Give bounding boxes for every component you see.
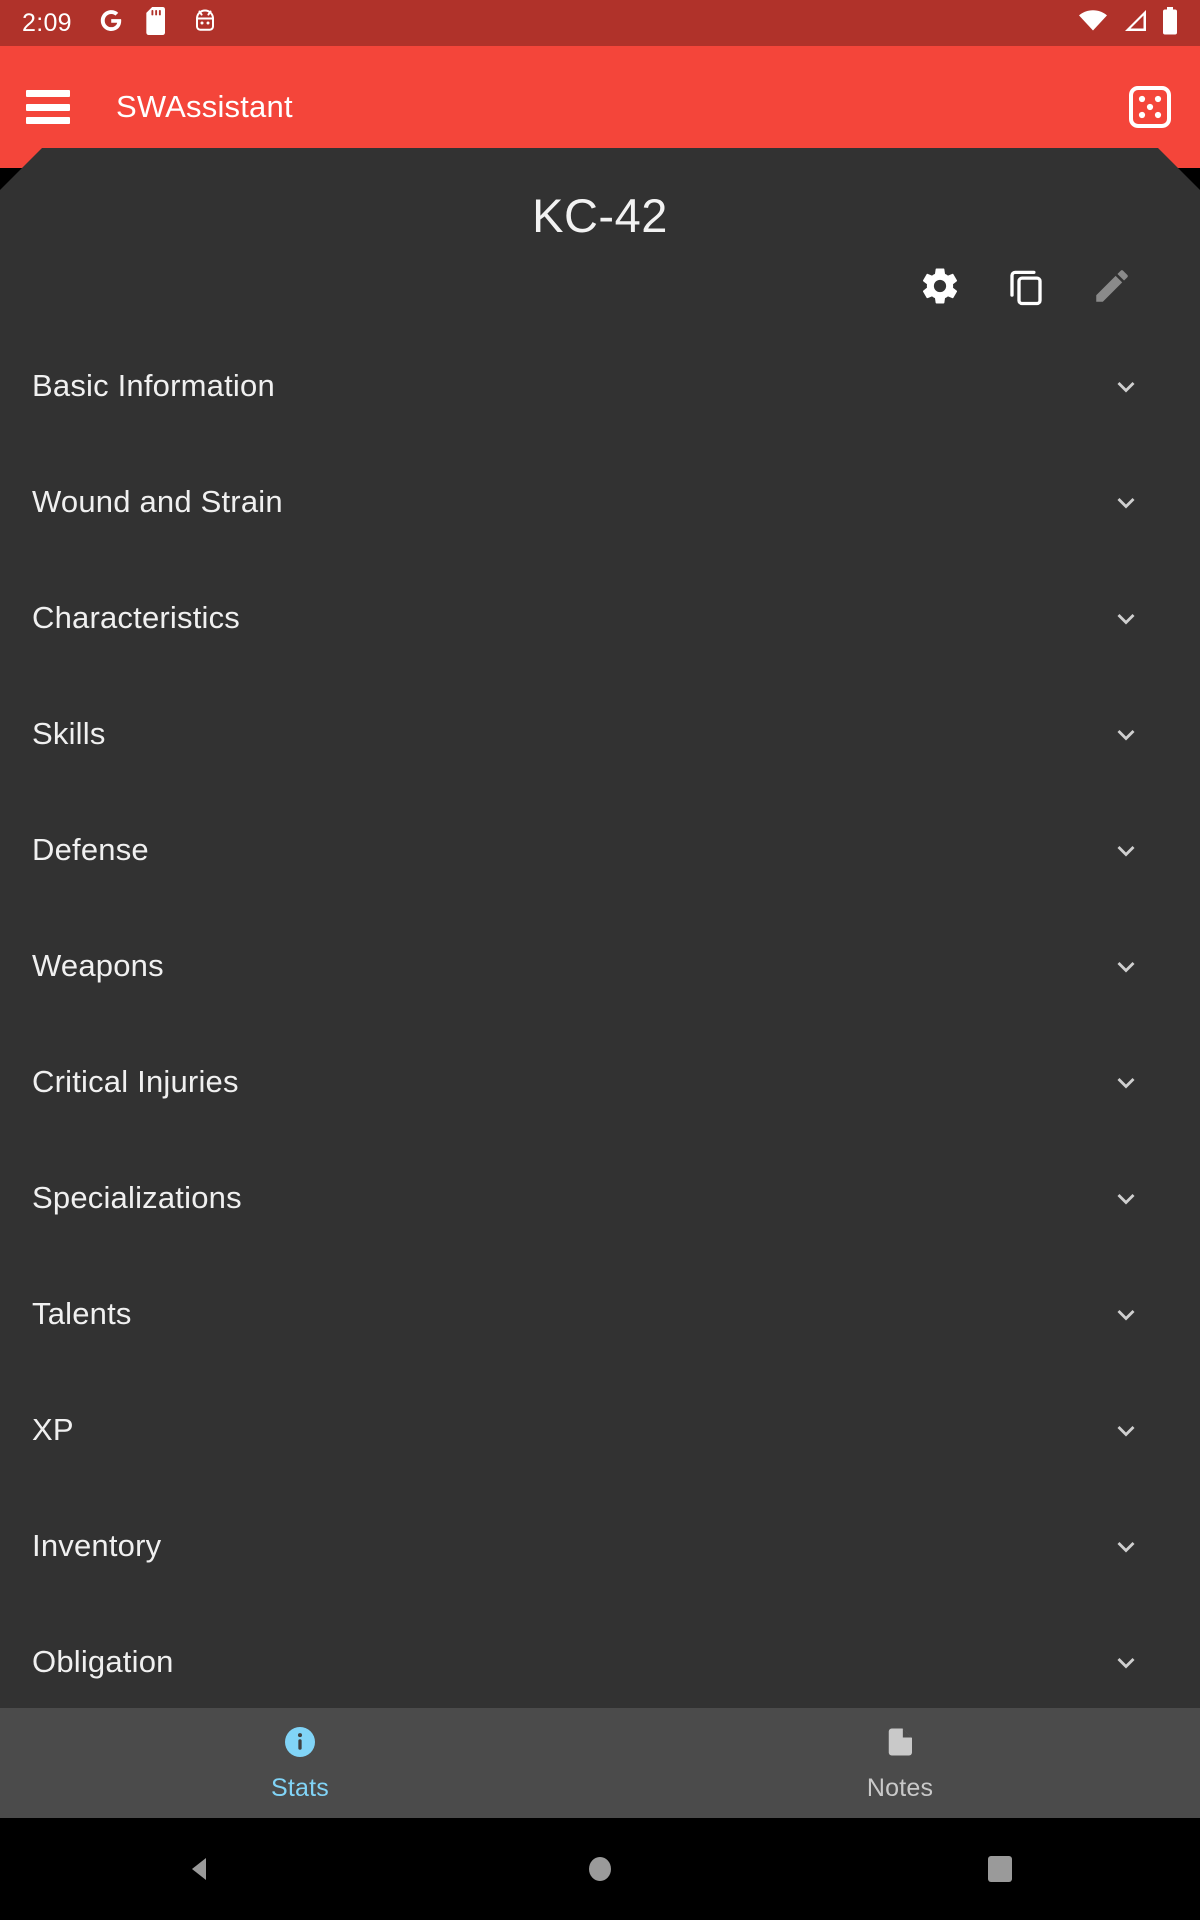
chevron-down-icon[interactable] <box>1106 1526 1146 1566</box>
section-row-critical-injuries[interactable]: Critical Injuries <box>0 1024 1200 1140</box>
tab-label: Notes <box>866 1773 934 1802</box>
bottom-tab-bar: Stats Notes <box>0 1708 1200 1818</box>
info-circle-icon <box>282 1724 318 1765</box>
section-row-inventory[interactable]: Inventory <box>0 1488 1200 1604</box>
chevron-down-icon[interactable] <box>1106 830 1146 870</box>
status-bar-system-icons <box>1078 6 1178 40</box>
section-label: Wound and Strain <box>32 484 283 519</box>
dice-icon[interactable] <box>1126 83 1174 131</box>
section-row-obligation[interactable]: Obligation <box>0 1604 1200 1720</box>
character-sheet-panel: KC-42 Basic Information Wound and Strain… <box>0 148 1200 1708</box>
section-row-xp[interactable]: XP <box>0 1372 1200 1488</box>
character-action-row <box>912 258 1140 314</box>
tab-stats[interactable]: Stats <box>0 1708 600 1818</box>
duplicate-button[interactable] <box>998 258 1054 314</box>
android-head-icon <box>192 7 218 39</box>
chevron-down-icon[interactable] <box>1106 598 1146 638</box>
section-row-skills[interactable]: Skills <box>0 676 1200 792</box>
section-row-specializations[interactable]: Specializations <box>0 1140 1200 1256</box>
status-bar: 2:09 <box>0 0 1200 46</box>
google-icon <box>98 8 124 39</box>
section-label: Characteristics <box>32 600 240 635</box>
tab-label: Stats <box>271 1773 329 1802</box>
section-row-characteristics[interactable]: Characteristics <box>0 560 1200 676</box>
back-triangle-icon[interactable] <box>140 1818 260 1920</box>
chevron-down-icon[interactable] <box>1106 1410 1146 1450</box>
chevron-down-icon[interactable] <box>1106 1178 1146 1218</box>
status-clock: 2:09 <box>22 8 72 37</box>
section-list: Basic Information Wound and Strain Chara… <box>0 328 1200 1720</box>
section-label: Defense <box>32 832 149 867</box>
settings-button[interactable] <box>912 258 968 314</box>
chevron-down-icon[interactable] <box>1106 482 1146 522</box>
chevron-down-icon[interactable] <box>1106 946 1146 986</box>
android-nav-bar <box>0 1818 1200 1920</box>
note-page-icon <box>882 1724 918 1765</box>
app-root: 2:09 SWAssistant KC-42 Basic Information… <box>0 0 1200 1920</box>
battery-icon <box>1162 6 1178 40</box>
cell-signal-icon <box>1122 9 1148 38</box>
chevron-down-icon[interactable] <box>1106 366 1146 406</box>
chevron-down-icon[interactable] <box>1106 714 1146 754</box>
section-label: XP <box>32 1412 74 1447</box>
tab-notes[interactable]: Notes <box>600 1708 1200 1818</box>
edit-button[interactable] <box>1084 258 1140 314</box>
section-row-basic-information[interactable]: Basic Information <box>0 328 1200 444</box>
section-label: Basic Information <box>32 368 275 403</box>
status-bar-notification-icons <box>98 6 218 40</box>
section-row-weapons[interactable]: Weapons <box>0 908 1200 1024</box>
chevron-down-icon[interactable] <box>1106 1294 1146 1334</box>
section-label: Skills <box>32 716 106 751</box>
section-label: Talents <box>32 1296 132 1331</box>
sd-card-icon <box>146 6 170 40</box>
section-row-wound-and-strain[interactable]: Wound and Strain <box>0 444 1200 560</box>
section-row-defense[interactable]: Defense <box>0 792 1200 908</box>
section-label: Critical Injuries <box>32 1064 239 1099</box>
hamburger-menu-icon[interactable] <box>26 90 70 124</box>
chevron-down-icon[interactable] <box>1106 1062 1146 1102</box>
section-label: Inventory <box>32 1528 162 1563</box>
character-name: KC-42 <box>532 189 668 242</box>
wifi-icon <box>1078 9 1108 38</box>
recents-square-icon[interactable] <box>940 1818 1060 1920</box>
section-label: Obligation <box>32 1644 174 1679</box>
home-circle-icon[interactable] <box>540 1818 660 1920</box>
chevron-down-icon[interactable] <box>1106 1642 1146 1682</box>
section-label: Specializations <box>32 1180 242 1215</box>
section-row-talents[interactable]: Talents <box>0 1256 1200 1372</box>
app-title: SWAssistant <box>116 89 293 124</box>
section-label: Weapons <box>32 948 164 983</box>
